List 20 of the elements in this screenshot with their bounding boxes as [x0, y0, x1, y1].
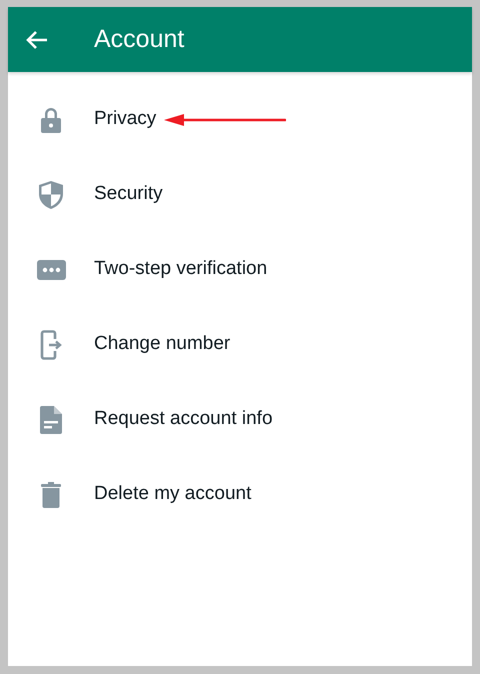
settings-item[interactable]: Two-step verification [8, 232, 472, 307]
item-label: Request account info [94, 407, 273, 432]
item-label: Delete my account [94, 482, 252, 506]
settings-item[interactable]: Security [8, 157, 472, 232]
settings-item[interactable]: Change number [8, 307, 472, 382]
settings-item[interactable]: Delete my account [8, 457, 472, 532]
trash-icon [41, 482, 61, 508]
item-label: Privacy [94, 107, 156, 132]
settings-item[interactable]: Privacy [8, 82, 472, 157]
phone-exit-icon [40, 330, 62, 360]
item-label: Change number [94, 332, 230, 356]
settings-item[interactable]: Request account info [8, 382, 472, 457]
document-icon [40, 406, 62, 434]
back-arrow-icon [26, 30, 48, 50]
shield-icon [39, 180, 63, 208]
lock-icon [41, 106, 61, 132]
item-label: Two-step verification [94, 257, 268, 282]
item-label: Security [94, 182, 163, 206]
dots-icon [36, 260, 66, 280]
screen-title: Account [94, 24, 184, 55]
